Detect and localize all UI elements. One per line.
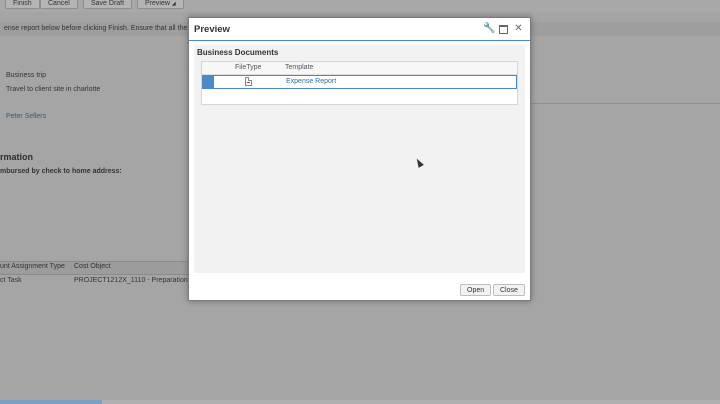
dialog-header: Preview 🔧 ✕ [189, 18, 530, 41]
approver-link[interactable]: Peter Sellers [6, 113, 46, 120]
template-link[interactable]: Expense Report [286, 78, 336, 85]
cell-cost-object: PROJECT1212X_1110 - Preparation [74, 277, 188, 284]
preview-button-label: Preview [145, 0, 170, 7]
preview-dialog: Preview 🔧 ✕ Business Documents FileType … [188, 17, 531, 301]
message-text: ense report below before clicking Finish… [4, 25, 197, 32]
cancel-button[interactable]: Cancel [40, 0, 78, 9]
cell-assignment-type: ct Task [0, 277, 22, 284]
save-draft-button[interactable]: Save Draft [83, 0, 133, 9]
wrench-icon[interactable]: 🔧 [483, 23, 495, 34]
preview-button[interactable]: Preview ◢ [137, 0, 184, 9]
column-template: Template [285, 64, 314, 71]
trip-purpose-value: Travel to client site in charlotte [6, 86, 101, 93]
close-button[interactable]: Close [493, 284, 525, 296]
bottom-tab[interactable] [0, 400, 102, 404]
documents-table: FileType Template Expense Report [201, 61, 518, 105]
dropdown-arrow-icon: ◢ [171, 1, 176, 7]
dialog-title: Preview [194, 24, 230, 35]
reimburse-label: mbursed by check to home address: [0, 168, 122, 175]
column-assignment-type: unt Assignment Type [0, 263, 65, 270]
toolbar: Finish Cancel Save Draft Preview ◢ [0, 0, 720, 12]
column-filetype: FileType [235, 64, 262, 71]
bottom-bar [0, 400, 720, 404]
divider [528, 103, 720, 104]
document-icon [245, 77, 252, 86]
open-button[interactable]: Open [460, 284, 492, 296]
column-cost-object: Cost Object [74, 263, 111, 270]
business-documents-title: Business Documents [197, 48, 279, 57]
section-heading: rmation [0, 152, 34, 162]
maximize-icon[interactable] [498, 23, 509, 34]
trip-type-value: Business trip [6, 72, 47, 79]
dialog-footer: Open Close [189, 280, 530, 300]
close-icon[interactable]: ✕ [513, 23, 524, 34]
documents-table-header: FileType Template [202, 62, 517, 75]
finish-button[interactable]: Finish [5, 0, 40, 9]
table-row[interactable]: Expense Report [202, 75, 517, 89]
row-selector[interactable] [203, 76, 214, 88]
